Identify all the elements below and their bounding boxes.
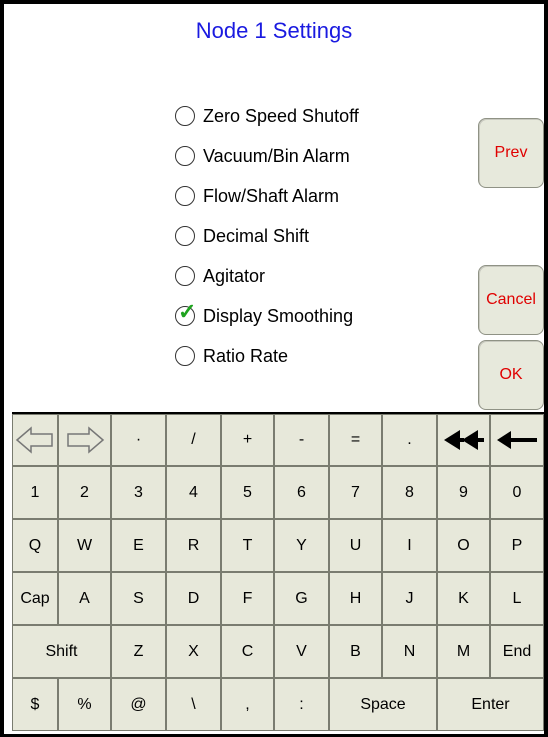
- option-label: Ratio Rate: [203, 345, 289, 366]
- delete-key[interactable]: [437, 414, 490, 466]
- key-colon[interactable]: :: [274, 678, 329, 731]
- option-label: Agitator: [203, 265, 266, 286]
- key-r[interactable]: R: [166, 519, 221, 572]
- radio-icon: [175, 266, 195, 286]
- radio-icon: [175, 346, 195, 366]
- key-dot-middle[interactable]: ·: [111, 414, 166, 466]
- key-5[interactable]: 5: [221, 466, 274, 519]
- option-ratio-rate[interactable]: Ratio Rate: [175, 336, 359, 376]
- radio-icon: ✓: [175, 301, 196, 326]
- option-label: Zero Speed Shutoff: [203, 105, 359, 126]
- radio-icon: [175, 146, 195, 166]
- key-d[interactable]: D: [166, 572, 221, 625]
- key-w[interactable]: W: [58, 519, 111, 572]
- key-u[interactable]: U: [329, 519, 382, 572]
- option-label: Display Smoothing: [203, 305, 354, 326]
- checkmark-icon: ✓: [178, 299, 197, 324]
- key-3[interactable]: 3: [111, 466, 166, 519]
- key-2[interactable]: 2: [58, 466, 111, 519]
- key-v[interactable]: V: [274, 625, 329, 678]
- double-left-arrow-icon: [443, 430, 484, 450]
- ok-button[interactable]: OK: [478, 340, 544, 410]
- right-arrow-key[interactable]: [58, 414, 111, 466]
- key-n[interactable]: N: [382, 625, 437, 678]
- key-9[interactable]: 9: [437, 466, 490, 519]
- key-b[interactable]: B: [329, 625, 382, 678]
- key-backslash[interactable]: \: [166, 678, 221, 731]
- key-slash[interactable]: /: [166, 414, 221, 466]
- option-display-smoothing[interactable]: ✓ Display Smoothing: [175, 296, 359, 336]
- key-p[interactable]: P: [490, 519, 544, 572]
- key-m[interactable]: M: [437, 625, 490, 678]
- option-agitator[interactable]: Agitator: [175, 256, 359, 296]
- cancel-button[interactable]: Cancel: [478, 265, 544, 335]
- key-o[interactable]: O: [437, 519, 490, 572]
- page-title: Node 1 Settings: [195, 18, 353, 43]
- key-t[interactable]: T: [221, 519, 274, 572]
- radio-icon: [175, 226, 195, 246]
- option-zero-speed-shutoff[interactable]: Zero Speed Shutoff: [175, 96, 359, 136]
- key-equals[interactable]: =: [329, 414, 382, 466]
- key-q[interactable]: Q: [12, 519, 58, 572]
- key-z[interactable]: Z: [111, 625, 166, 678]
- key-i[interactable]: I: [382, 519, 437, 572]
- key-k[interactable]: K: [437, 572, 490, 625]
- key-h[interactable]: H: [329, 572, 382, 625]
- key-0[interactable]: 0: [490, 466, 544, 519]
- settings-options: Zero Speed Shutoff Vacuum/Bin Alarm Flow…: [175, 96, 359, 376]
- key-a[interactable]: A: [58, 572, 111, 625]
- key-at[interactable]: @: [111, 678, 166, 731]
- key-1[interactable]: 1: [12, 466, 58, 519]
- key-minus[interactable]: -: [274, 414, 329, 466]
- key-percent[interactable]: %: [58, 678, 111, 731]
- option-flow-shaft-alarm[interactable]: Flow/Shaft Alarm: [175, 176, 359, 216]
- key-f[interactable]: F: [221, 572, 274, 625]
- key-g[interactable]: G: [274, 572, 329, 625]
- key-comma[interactable]: ,: [221, 678, 274, 731]
- key-j[interactable]: J: [382, 572, 437, 625]
- on-screen-keyboard: · / + - = . 1 2 3 4 5 6 7 8 9 0 Q W E R …: [12, 412, 544, 731]
- radio-icon: [175, 106, 195, 126]
- key-6[interactable]: 6: [274, 466, 329, 519]
- option-decimal-shift[interactable]: Decimal Shift: [175, 216, 359, 256]
- radio-icon: [175, 186, 195, 206]
- backspace-key[interactable]: [490, 414, 544, 466]
- shift-key[interactable]: Shift: [12, 625, 111, 678]
- key-4[interactable]: 4: [166, 466, 221, 519]
- option-label: Decimal Shift: [203, 225, 310, 246]
- key-8[interactable]: 8: [382, 466, 437, 519]
- key-l[interactable]: L: [490, 572, 544, 625]
- option-label: Flow/Shaft Alarm: [203, 185, 340, 206]
- key-s[interactable]: S: [111, 572, 166, 625]
- caps-key[interactable]: Cap: [12, 572, 58, 625]
- key-x[interactable]: X: [166, 625, 221, 678]
- key-dollar[interactable]: $: [12, 678, 58, 731]
- backspace-arrow-icon: [497, 431, 537, 449]
- left-arrow-icon: [15, 426, 53, 454]
- key-plus[interactable]: +: [221, 414, 274, 466]
- key-e[interactable]: E: [111, 519, 166, 572]
- right-arrow-icon: [66, 426, 104, 454]
- key-period[interactable]: .: [382, 414, 437, 466]
- option-vacuum-bin-alarm[interactable]: Vacuum/Bin Alarm: [175, 136, 359, 176]
- end-key[interactable]: End: [490, 625, 544, 678]
- space-key[interactable]: Space: [329, 678, 437, 731]
- key-c[interactable]: C: [221, 625, 274, 678]
- prev-button[interactable]: Prev: [478, 118, 544, 188]
- key-7[interactable]: 7: [329, 466, 382, 519]
- enter-key[interactable]: Enter: [437, 678, 544, 731]
- left-arrow-key[interactable]: [12, 414, 58, 466]
- key-y[interactable]: Y: [274, 519, 329, 572]
- option-label: Vacuum/Bin Alarm: [203, 145, 350, 166]
